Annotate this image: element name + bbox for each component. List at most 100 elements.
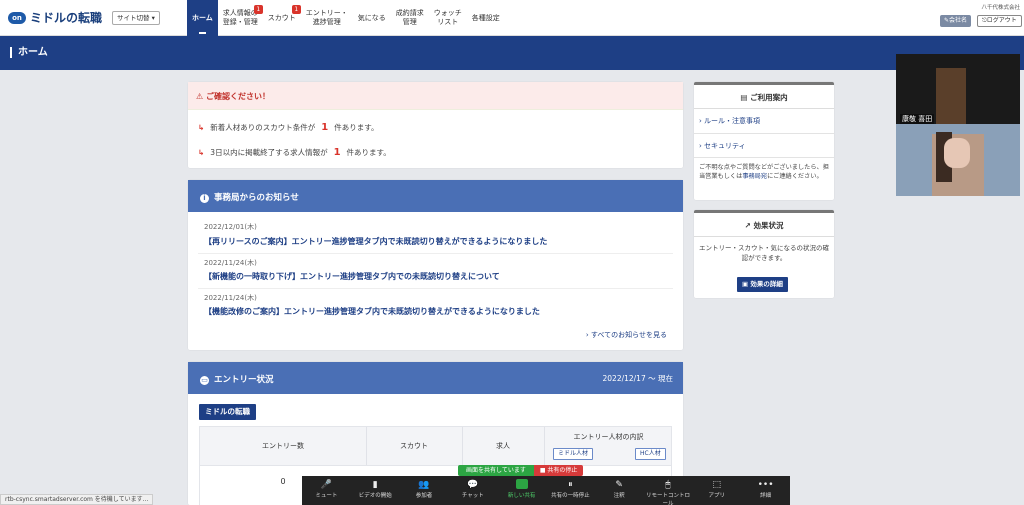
toolbar-label: リモートコントロール — [645, 493, 690, 505]
company-name: 八千代株式会社 — [981, 5, 1020, 11]
nav-billing[interactable]: 成約請求 管理 — [391, 0, 429, 36]
site-tab-button[interactable]: ミドルの転職 — [199, 404, 256, 420]
chevron-right-icon: › — [699, 142, 702, 150]
nav-scout[interactable]: スカウト 1 — [263, 0, 301, 36]
video-camera-icon: ▮ — [372, 480, 378, 490]
effect-detail-button[interactable]: ▣ 効果の詳細 — [737, 277, 788, 292]
page-title: ホーム — [10, 47, 48, 58]
company-button[interactable]: ✎会社名 — [940, 15, 972, 27]
job-expiry-alert-link[interactable]: ↳ 3日以内に掲載終了する求人情報が 1 件あります。 — [198, 147, 391, 158]
mute-button[interactable]: 🎤 ミュート — [302, 476, 351, 505]
guide-heading-text: ご利用案内 — [750, 93, 788, 102]
pause-icon: ⏸ — [568, 480, 573, 490]
nav-label: 成約請求 管理 — [395, 9, 424, 26]
video-tile-2[interactable] — [896, 124, 1020, 196]
participants-icon: 👥 — [418, 480, 430, 490]
logout-button[interactable]: ⎋ログアウト — [977, 15, 1022, 27]
site-logo[interactable]: on ミドルの転職 — [8, 9, 102, 26]
pause-share-button[interactable]: ⏸ 共有の一時停止 — [546, 476, 595, 505]
toolbar-label: 新しい共有 — [507, 493, 536, 499]
col-header-entries: エントリー数 — [262, 442, 304, 450]
alert-text: 新着人材ありのスカウト条件が — [210, 123, 316, 132]
nav-label: 求人情報の 登録・管理 — [222, 9, 258, 26]
middle-talent-button[interactable]: ミドル人材 — [553, 448, 594, 460]
new-share-button[interactable]: 新しい共有 — [497, 476, 546, 505]
nav-job-management[interactable]: 求人情報の 登録・管理 1 — [218, 0, 263, 36]
entry-date-range: 2022/12/17 〜 現在 — [602, 374, 674, 383]
book-icon: ▤ — [740, 93, 748, 102]
toolbar-label: 参加者 — [415, 493, 433, 499]
office-contact-link[interactable]: 事務局宛 — [742, 173, 767, 180]
security-link[interactable]: › セキュリティ — [699, 141, 746, 151]
logo-mark: on — [8, 11, 26, 24]
participant-name: 康敬 喜田 — [900, 114, 935, 124]
browser-status-bar: rtb-csync.smartadserver.com を待機しています... — [0, 494, 154, 505]
news-title-link[interactable]: 【機能改修のご案内】エントリー進捗管理タブ内で未既読切り替えができるようになりま… — [204, 306, 540, 317]
stop-share-button[interactable]: ■ 共有の停止 — [533, 465, 584, 476]
all-news-label: すべてのお知らせを見る — [590, 331, 667, 339]
nav-entry-progress[interactable]: エントリー・ 進捗管理 — [301, 0, 353, 36]
nav-label: 気になる — [357, 13, 386, 22]
title-bar: ホーム — [0, 36, 1024, 70]
nav-home[interactable]: ホーム — [187, 0, 218, 36]
rules-label: ルール・注意事項 — [704, 117, 761, 125]
share-screen-icon — [497, 479, 546, 491]
news-title-link[interactable]: 【新機能の一時取り下げ】エントリー進捗管理タブ内での未既読切り替えについて — [204, 271, 500, 282]
security-label: セキュリティ — [704, 142, 746, 150]
toolbar-label: 共有の一時停止 — [551, 493, 590, 499]
col-header-breakdown: エントリー人材の内訳 — [573, 433, 644, 441]
chat-icon: 💬 — [467, 480, 479, 490]
rules-link[interactable]: › ルール・注意事項 — [699, 116, 760, 126]
info-icon: i — [200, 194, 209, 203]
alert-text: 3日以内に掲載終了する求人情報が — [210, 148, 328, 157]
remote-control-button[interactable]: 🖱 リモートコントロール — [644, 476, 693, 505]
nav-interested[interactable]: 気になる — [353, 0, 391, 36]
toolbar-label: ミュート — [315, 493, 338, 499]
arrow-icon: ↳ — [198, 123, 205, 132]
news-date: 2022/11/24(木) — [204, 259, 257, 267]
more-icon: ••• — [757, 480, 774, 490]
nav-settings[interactable]: 各種設定 — [467, 0, 505, 36]
stop-icon: ■ — [539, 467, 546, 474]
col-header-job: 求人 — [496, 442, 510, 450]
scout-alert-link[interactable]: ↳ 新着人材ありのスカウト条件が 1 件あります。 — [198, 122, 379, 133]
main-nav: ホーム 求人情報の 登録・管理 1 スカウト 1 エントリー・ 進捗管理 気になる … — [187, 0, 505, 36]
site-switch-dropdown[interactable]: サイト切替 ▾ — [112, 11, 160, 25]
guide-note-text: にご連絡ください。 — [767, 173, 823, 180]
participant-video — [936, 68, 966, 124]
guide-note: ご不明な点やご質問などがございましたら、担当営業もしくは事務局宛にご連絡ください… — [699, 163, 829, 181]
video-tile-1[interactable]: 康敬 喜田 — [896, 54, 1020, 124]
news-date: 2022/12/01(木) — [204, 223, 257, 231]
stop-share-label: 共有の停止 — [547, 467, 578, 474]
nav-watchlist[interactable]: ウォッチ リスト — [429, 0, 467, 36]
nav-label: エントリー・ 進捗管理 — [305, 9, 348, 26]
col-header-scout: スカウト — [400, 442, 428, 450]
toolbar-label: 注釈 — [613, 493, 625, 499]
effect-detail-label: 効果の詳細 — [750, 280, 783, 288]
divider — [694, 157, 834, 158]
chat-button[interactable]: 💬 チャット — [448, 476, 497, 505]
all-news-link[interactable]: › すべてのお知らせを見る — [586, 330, 667, 340]
news-title-link[interactable]: 【再リリースのご案内】エントリー進捗管理タブ内で未既読切り替えができるようになり… — [204, 236, 547, 247]
apps-button[interactable]: ⬚ アプリ — [692, 476, 741, 505]
logo-text: ミドルの転職 — [30, 11, 103, 25]
more-button[interactable]: ••• 詳細 — [741, 476, 790, 505]
divider — [694, 133, 834, 134]
toolbar-label: アプリ — [708, 493, 726, 499]
notification-badge: 1 — [253, 5, 263, 14]
nav-label: スカウト — [267, 13, 296, 22]
annotate-button[interactable]: ✎ 注釈 — [595, 476, 644, 505]
effect-note: エントリー・スカウト・気になるの状況の確認ができます。 — [699, 244, 829, 262]
start-video-button[interactable]: ▮ ビデオの開始 — [351, 476, 400, 505]
guide-card: ▤ ご利用案内 › ルール・注意事項 › セキュリティ ご不明な点やご質問などが… — [694, 82, 834, 200]
participants-button[interactable]: 👥 参加者 — [400, 476, 449, 505]
news-date: 2022/11/24(木) — [204, 294, 257, 302]
chevron-right-icon: › — [699, 117, 702, 125]
pen-icon: ✎ — [615, 480, 623, 490]
participant-video — [944, 138, 970, 168]
news-card: i 事務局からのお知らせ 2022/12/01(木) 【再リリースのご案内】エント… — [188, 180, 683, 350]
hc-talent-button[interactable]: HC人材 — [635, 448, 666, 460]
apps-icon: ⬚ — [712, 480, 722, 490]
effect-heading: ↗ 効果状況 — [694, 213, 834, 237]
notification-badge: 1 — [291, 5, 301, 14]
